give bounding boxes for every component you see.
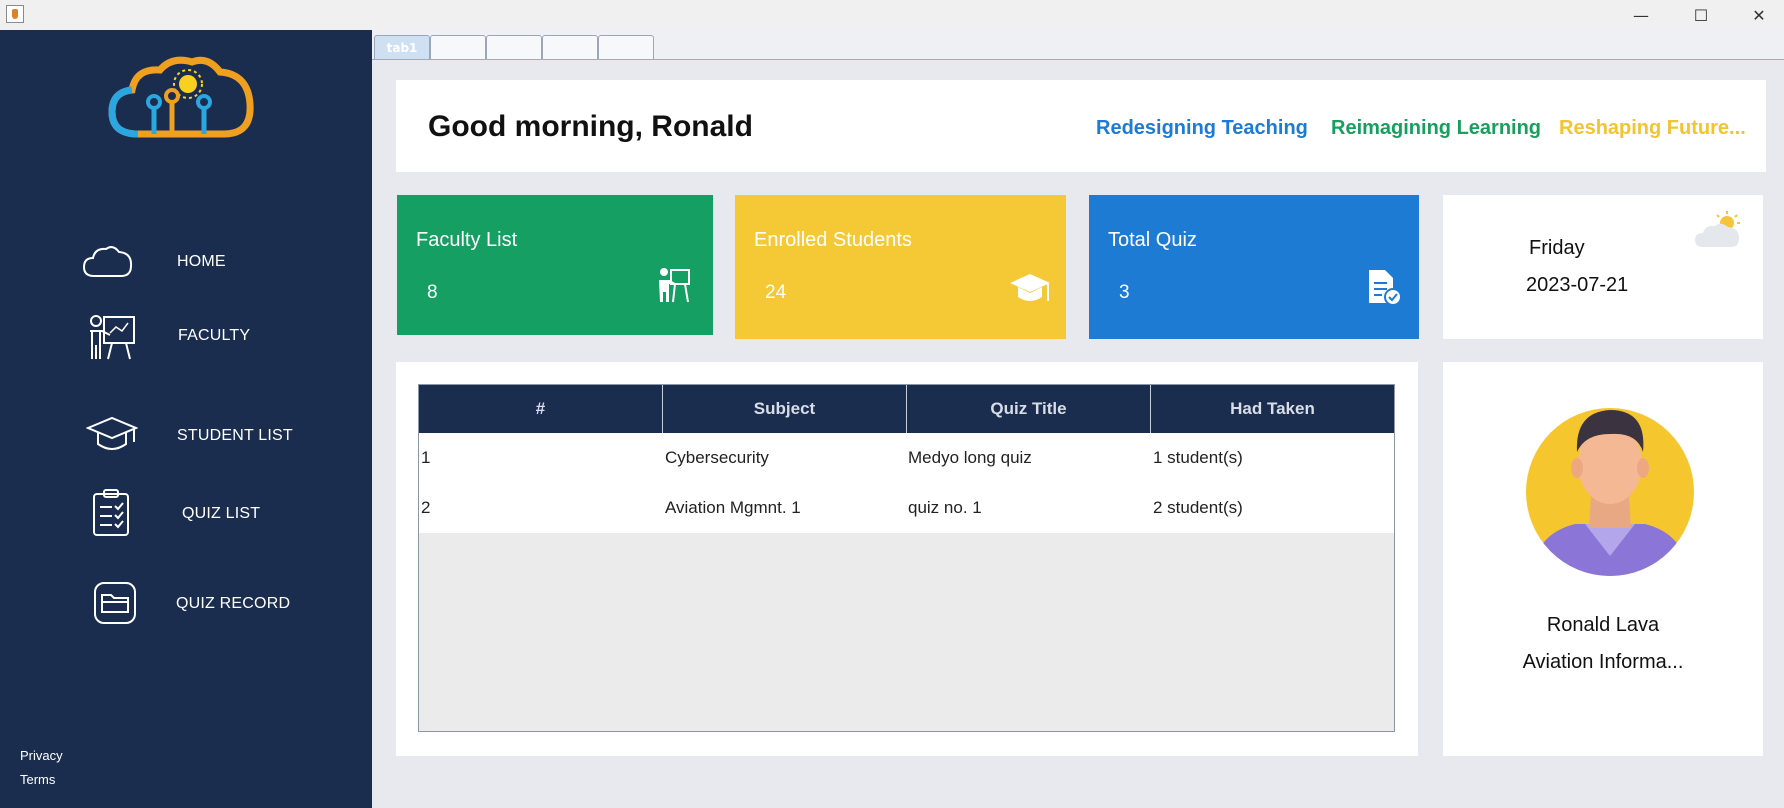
column-header-subject[interactable]: Subject — [663, 385, 907, 433]
cell-had-taken: 2 student(s) — [1153, 498, 1243, 517]
profile-card: Ronald Lava Aviation Informa... — [1443, 362, 1763, 756]
folder-icon — [94, 582, 136, 624]
table-row[interactable]: 1 Cybersecurity Medyo long quiz 1 studen… — [419, 433, 1394, 483]
quiz-document-icon — [1369, 270, 1402, 306]
cell-number: 2 — [421, 498, 431, 517]
sidebar-item-label: QUIZ LIST — [182, 505, 261, 522]
cell-quiz-title: Medyo long quiz — [908, 448, 1032, 467]
greeting-text: Good morning, Ronald — [428, 110, 753, 143]
card-value: 8 — [427, 282, 438, 303]
total-quiz-card[interactable]: Total Quiz 3 — [1089, 195, 1419, 339]
slogan-learning: Reimagining Learning — [1331, 117, 1542, 139]
profile-department: Aviation Informa... — [1522, 651, 1684, 673]
cell-subject: Cybersecurity — [665, 448, 769, 467]
greeting-panel: Good morning, Ronald Redesigning Teachin… — [396, 80, 1766, 172]
table-row[interactable]: 2 Aviation Mgmnt. 1 quiz no. 1 2 student… — [419, 483, 1394, 533]
sidebar-item-label: HOME — [177, 253, 226, 270]
profile-name: Ronald Lava — [1546, 614, 1660, 636]
cell-had-taken: 1 student(s) — [1153, 448, 1243, 467]
tab-strip: tab1 — [372, 30, 1784, 60]
teacher-board-icon — [90, 315, 135, 360]
main-content: tab1 Good morning, Ronald Redesigning Te… — [372, 30, 1784, 808]
tab-tab1[interactable]: tab1 — [374, 35, 430, 59]
quiz-table-panel: # Subject Quiz Title Had Taken 1 Cyberse… — [396, 362, 1418, 756]
close-button[interactable]: ✕ — [1736, 0, 1782, 30]
cell-number: 1 — [421, 448, 431, 467]
privacy-link[interactable]: Privacy — [20, 748, 63, 763]
partly-cloudy-icon — [1695, 211, 1740, 247]
date-card: Friday 2023-07-21 — [1443, 195, 1763, 339]
enrolled-students-card[interactable]: Enrolled Students 24 — [735, 195, 1066, 339]
column-header-had-taken[interactable]: Had Taken — [1151, 385, 1394, 433]
tab-4[interactable] — [542, 35, 598, 59]
cloud-icon — [82, 246, 133, 277]
clipboard-checklist-icon — [93, 489, 129, 536]
sidebar-item-home[interactable]: HOME — [0, 236, 372, 296]
cell-subject: Aviation Mgmnt. 1 — [665, 498, 801, 517]
date-label: 2023-07-21 — [1526, 274, 1629, 296]
tab-2[interactable] — [430, 35, 486, 59]
cell-quiz-title: quiz no. 1 — [908, 498, 982, 517]
teacher-icon — [659, 268, 690, 303]
avatar[interactable] — [1525, 396, 1695, 576]
tab-3[interactable] — [486, 35, 542, 59]
faculty-list-card[interactable]: Faculty List 8 — [397, 195, 713, 335]
column-header-quiz-title[interactable]: Quiz Title — [907, 385, 1151, 433]
table-header: # Subject Quiz Title Had Taken — [419, 385, 1394, 433]
sidebar-item-quiz-record[interactable]: QUIZ RECORD — [0, 582, 372, 655]
sidebar: HOME FACULTY STUDENT LIST QUIZ LIST QUIZ… — [0, 30, 372, 808]
slogan-teaching: Redesigning Teaching — [1096, 117, 1308, 139]
sidebar-item-label: STUDENT LIST — [177, 427, 293, 444]
graduation-cap-icon — [86, 416, 138, 450]
minimize-button[interactable]: — — [1618, 0, 1664, 30]
card-value: 24 — [765, 282, 787, 303]
sidebar-item-student-list[interactable]: STUDENT LIST — [0, 410, 372, 470]
card-title: Enrolled Students — [754, 229, 912, 251]
terms-link[interactable]: Terms — [20, 772, 55, 787]
card-title: Total Quiz — [1108, 229, 1197, 251]
sidebar-item-label: QUIZ RECORD — [176, 595, 291, 612]
slogan-future: Reshaping Future... — [1559, 117, 1746, 139]
tab-5[interactable] — [598, 35, 654, 59]
java-app-icon — [6, 5, 24, 23]
quiz-table: # Subject Quiz Title Had Taken 1 Cyberse… — [418, 384, 1395, 732]
maximize-button[interactable]: ☐ — [1678, 0, 1724, 30]
column-header-number[interactable]: # — [419, 385, 663, 433]
sidebar-item-quiz-list[interactable]: QUIZ LIST — [0, 489, 372, 565]
card-title: Faculty List — [416, 229, 518, 251]
card-value: 3 — [1119, 282, 1130, 303]
sidebar-item-faculty[interactable]: FACULTY — [0, 310, 372, 370]
graduation-cap-icon — [1010, 274, 1050, 301]
cloud-circuit-logo — [108, 56, 254, 138]
sidebar-item-label: FACULTY — [178, 327, 251, 344]
window-title-bar: — ☐ ✕ — [0, 0, 1784, 30]
day-label: Friday — [1529, 237, 1585, 259]
